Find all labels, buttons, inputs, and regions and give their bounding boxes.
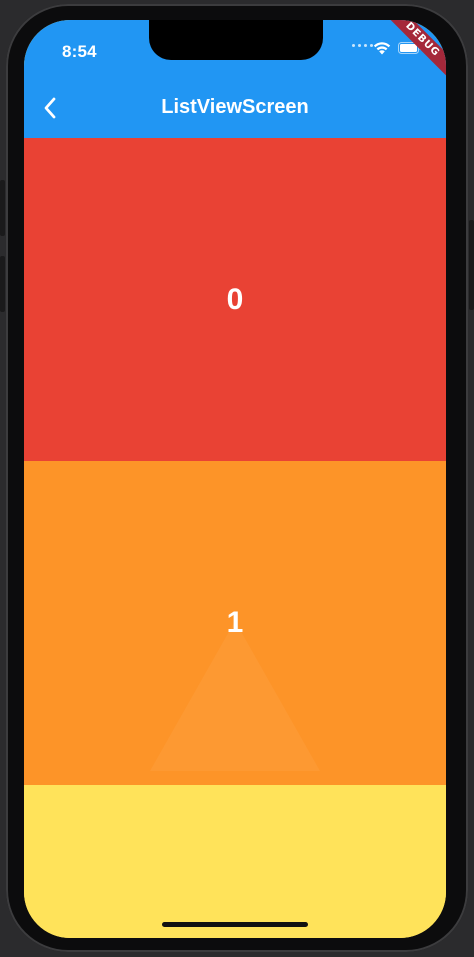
power-button [469, 220, 474, 310]
volume-button [0, 180, 5, 236]
volume-button [0, 256, 5, 312]
ripple-highlight [150, 621, 320, 771]
home-indicator[interactable] [162, 922, 308, 927]
device-screen: 8:54 DEBUG ListViewScreen 0 1 [24, 20, 446, 938]
list-item[interactable]: 1 [24, 461, 446, 785]
status-time: 8:54 [62, 42, 97, 61]
notch [149, 20, 323, 60]
page-title: ListViewScreen [161, 96, 309, 118]
list-item[interactable] [24, 785, 446, 938]
app-bar: 8:54 DEBUG ListViewScreen [24, 20, 446, 138]
list-item-label: 0 [226, 282, 244, 316]
phone-frame: 8:54 DEBUG ListViewScreen 0 1 [0, 0, 474, 957]
list-item[interactable]: 0 [24, 138, 446, 461]
list-item-label: 1 [226, 606, 244, 639]
wifi-icon [373, 42, 391, 55]
list-view[interactable]: 0 1 [24, 138, 446, 938]
cellular-signal-icon [352, 44, 373, 47]
